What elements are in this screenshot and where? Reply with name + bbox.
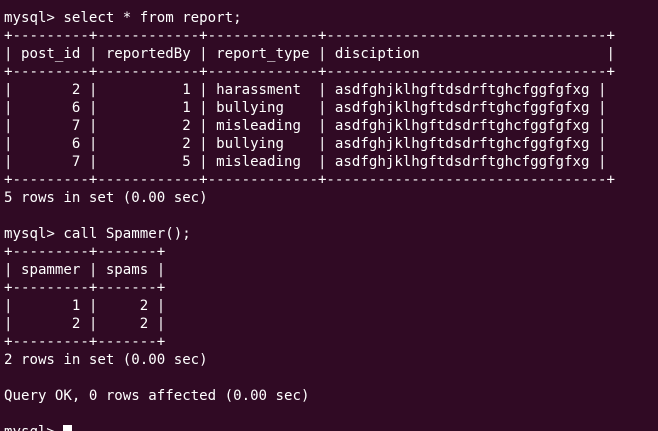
table-border-top: +---------+-------+: [4, 244, 166, 260]
table-border-bottom: +---------+-------+: [4, 334, 166, 350]
terminal-window[interactable]: mysql> select * from report; +---------+…: [0, 9, 658, 431]
table-border-bottom: +---------+------------+-------------+--…: [4, 172, 615, 188]
table-row: | 2 | 1 | harassment | asdfghjklhgftdsdr…: [4, 82, 607, 98]
table-row: | 7 | 2 | misleading | asdfghjklhgftdsdr…: [4, 118, 607, 134]
result-summary: 2 rows in set (0.00 sec): [4, 352, 208, 368]
active-prompt[interactable]: mysql>: [4, 423, 658, 431]
table-border-header: +---------+------------+-------------+--…: [4, 64, 615, 80]
prompt-text: mysql>: [4, 423, 63, 431]
table-row: | 2 | 2 |: [4, 316, 166, 332]
table-border-header: +---------+-------+: [4, 280, 166, 296]
table-header-row: | spammer | spams |: [4, 262, 166, 278]
command-line-select: mysql> select * from report;: [4, 10, 242, 26]
table-header-row: | post_id | reportedBy | report_type | d…: [4, 46, 615, 62]
table-border-top: +---------+------------+-------------+--…: [4, 28, 615, 44]
query-ok-message: Query OK, 0 rows affected (0.00 sec): [4, 388, 310, 404]
table-row: | 7 | 5 | misleading | asdfghjklhgftdsdr…: [4, 154, 607, 170]
text-cursor: [63, 424, 73, 431]
table-row: | 1 | 2 |: [4, 298, 166, 314]
table-row: | 6 | 1 | bullying | asdfghjklhgftdsdrft…: [4, 100, 607, 116]
result-summary: 5 rows in set (0.00 sec): [4, 190, 208, 206]
table-row: | 6 | 2 | bullying | asdfghjklhgftdsdrft…: [4, 136, 607, 152]
command-line-call: mysql> call Spammer();: [4, 226, 191, 242]
